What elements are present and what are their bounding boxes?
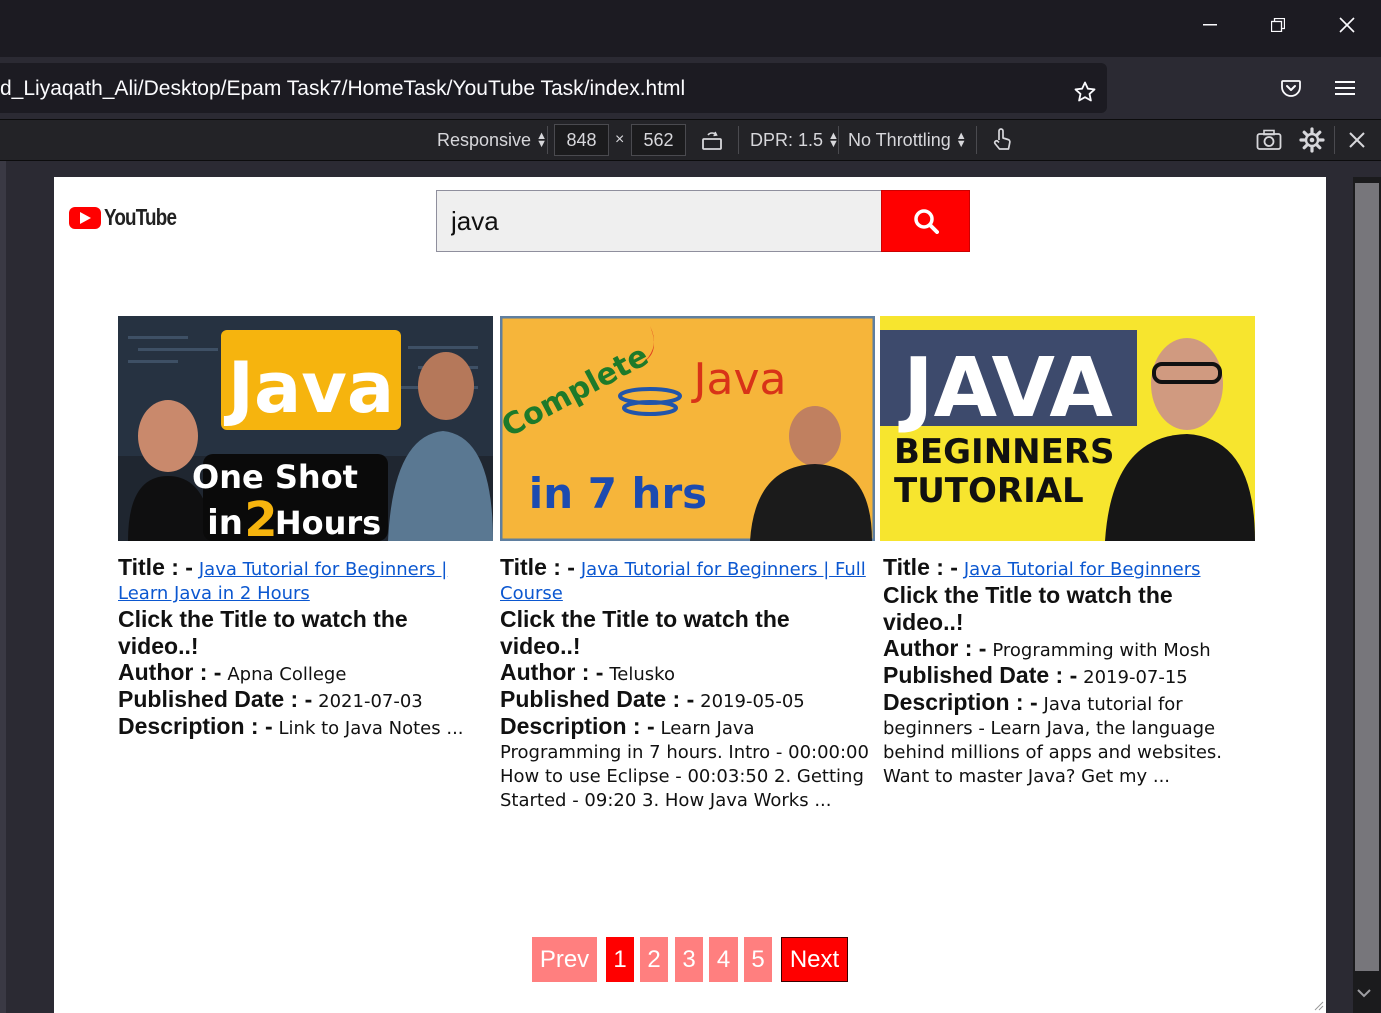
thumb-text: Java	[691, 354, 787, 405]
close-icon[interactable]	[1313, 0, 1381, 50]
settings-icon[interactable]	[1299, 120, 1325, 160]
thumb-text: One Shot	[192, 458, 358, 496]
thumb-text: JAVA	[898, 341, 1113, 436]
play-icon	[69, 206, 101, 229]
author-label: Author : -	[118, 659, 222, 685]
restore-icon[interactable]	[1244, 0, 1312, 50]
search-button[interactable]	[881, 190, 970, 252]
menu-icon[interactable]	[1328, 71, 1362, 105]
viewport-height-input[interactable]: 562	[631, 124, 686, 156]
dropdown-arrows-icon: ▲ ▼	[955, 130, 967, 150]
title-label: Title : -	[500, 554, 575, 580]
page-button-3[interactable]: 3	[675, 937, 703, 982]
cta-text: Click the Title to watch the video..!	[500, 606, 790, 659]
url-text[interactable]: d_Liyaqath_Ali/Desktop/Epam Task7/HomeTa…	[0, 77, 685, 101]
video-card: Java One Shot in 2 Hours Title : - Java …	[118, 316, 494, 741]
author-label: Author : -	[883, 635, 987, 661]
throttling-selector[interactable]: No Throttling ▲ ▼	[848, 120, 967, 160]
page-button-1[interactable]: 1	[606, 937, 634, 982]
scrollbar-thumb[interactable]	[1355, 183, 1379, 971]
logo-text: YouTube	[104, 204, 177, 230]
resize-grip-icon[interactable]	[1312, 999, 1324, 1011]
published-label: Published Date : -	[118, 686, 313, 712]
video-card: JAVA BEGINNERS TUTORIAL Title : - Java T…	[880, 316, 1256, 789]
title-label: Title : -	[118, 554, 193, 580]
description-label: Description : -	[883, 689, 1038, 715]
author-value: Programming with Mosh	[992, 640, 1211, 661]
separator	[1334, 126, 1335, 154]
bookmark-star-icon[interactable]	[1068, 75, 1102, 109]
dimension-times: ×	[615, 131, 625, 148]
navigation-bar: d_Liyaqath_Ali/Desktop/Epam Task7/HomeTa…	[0, 57, 1381, 119]
video-info: Title : - Java Tutorial for Beginners | …	[118, 555, 494, 741]
video-info: Title : - Java Tutorial for Beginners | …	[500, 555, 876, 813]
url-bar[interactable]: d_Liyaqath_Ali/Desktop/Epam Task7/HomeTa…	[0, 63, 1107, 113]
responsive-design-toolbar: Responsive ▲ ▼ 848 × 562 DPR: 1.5 ▲ ▼ No T…	[0, 119, 1381, 161]
throttling-label: No Throttling	[848, 129, 951, 150]
search-icon	[913, 209, 939, 234]
rotate-icon[interactable]	[700, 120, 724, 160]
dropdown-arrows-icon: ▲ ▼	[536, 130, 547, 150]
next-button[interactable]: Next	[781, 937, 848, 982]
separator	[838, 126, 839, 154]
separator	[547, 126, 548, 154]
page-button-4[interactable]: 4	[709, 937, 738, 982]
video-thumbnail[interactable]: JAVA BEGINNERS TUTORIAL	[880, 316, 1255, 541]
title-label: Title : -	[883, 554, 958, 580]
page-viewport: YouTube Java One Shot in 2 Hours	[54, 177, 1326, 1013]
thumb-text: Hours	[275, 504, 381, 541]
dpr-label: DPR: 1.5	[750, 129, 824, 150]
description-label: Description : -	[500, 713, 655, 739]
thumb-text: TUTORIAL	[894, 471, 1084, 511]
pocket-icon[interactable]	[1274, 71, 1308, 105]
cta-text: Click the Title to watch the video..!	[883, 582, 1173, 635]
page-button-5[interactable]: 5	[744, 937, 772, 982]
screenshot-icon[interactable]	[1256, 120, 1282, 160]
separator	[976, 126, 977, 154]
published-value: 2019-05-05	[700, 691, 805, 712]
prev-button[interactable]: Prev	[532, 937, 597, 982]
window-titlebar	[0, 0, 1381, 57]
published-label: Published Date : -	[883, 662, 1078, 688]
thumb-text: BEGINNERS	[894, 432, 1115, 472]
search-input[interactable]	[436, 190, 882, 252]
author-label: Author : -	[500, 659, 604, 685]
published-value: 2021-07-03	[318, 691, 423, 712]
separator	[738, 126, 739, 154]
published-value: 2019-07-15	[1083, 667, 1188, 688]
thumb-text: 2	[244, 492, 277, 541]
description-label: Description : -	[118, 713, 273, 739]
sidebar-edge	[0, 161, 6, 1013]
video-thumbnail[interactable]: Complete Java in 7 hrs	[500, 316, 875, 541]
thumb-text: in 7 hrs	[529, 469, 707, 518]
youtube-logo[interactable]: YouTube	[69, 204, 192, 231]
published-label: Published Date : -	[500, 686, 695, 712]
thumb-text: in	[207, 503, 243, 541]
device-selector-label: Responsive	[437, 129, 532, 150]
description-value: Link to Java Notes ...	[278, 718, 464, 739]
minimize-icon[interactable]	[1176, 0, 1244, 50]
author-value: Telusko	[609, 664, 675, 685]
cta-text: Click the Title to watch the video..!	[118, 606, 408, 659]
thumb-text: Java	[224, 347, 394, 429]
video-card: Complete Java in 7 hrs Title : - Java Tu…	[500, 316, 876, 813]
video-info: Title : - Java Tutorial for Beginners Cl…	[883, 555, 1256, 789]
dpr-selector[interactable]: DPR: 1.5 ▲ ▼	[750, 120, 839, 160]
viewport-width-input[interactable]: 848	[554, 124, 609, 156]
page-button-2[interactable]: 2	[640, 937, 668, 982]
close-rdm-icon[interactable]	[1348, 120, 1366, 160]
scroll-down-icon[interactable]	[1357, 986, 1371, 1004]
video-thumbnail[interactable]: Java One Shot in 2 Hours	[118, 316, 493, 541]
video-title-link[interactable]: Java Tutorial for Beginners	[964, 559, 1201, 580]
touch-icon[interactable]	[991, 120, 1013, 160]
author-value: Apna College	[227, 664, 347, 685]
device-selector[interactable]: Responsive ▲ ▼	[437, 120, 547, 160]
